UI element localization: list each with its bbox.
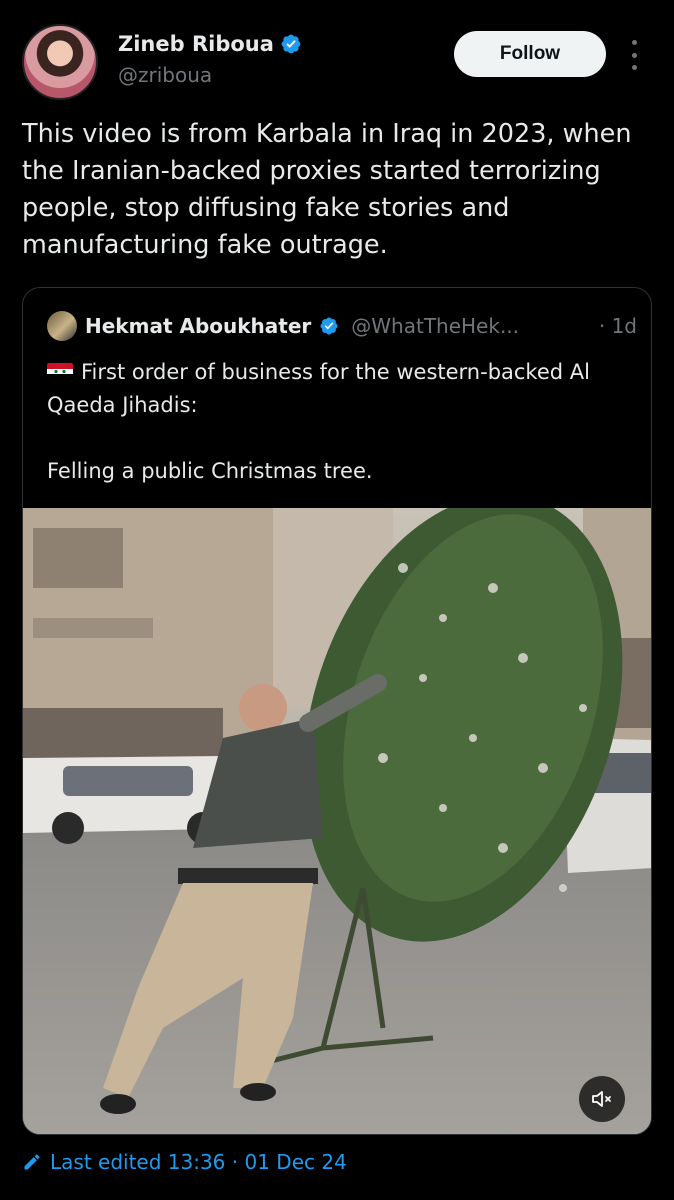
quoted-display-name[interactable]: Hekmat Aboukhater bbox=[85, 314, 311, 338]
video-player[interactable] bbox=[23, 508, 651, 1134]
quoted-tweet-text: First order of business for the western-… bbox=[47, 356, 637, 488]
avatar[interactable] bbox=[22, 24, 98, 100]
last-edited-link[interactable]: Last edited 13:36 · 01 Dec 24 bbox=[22, 1150, 347, 1174]
syria-flag-icon bbox=[47, 363, 73, 380]
verified-badge-icon bbox=[281, 34, 301, 54]
author-display-name[interactable]: Zineb Riboua bbox=[118, 32, 274, 56]
pencil-icon bbox=[24, 1154, 40, 1170]
author-name-row: Zineb Riboua bbox=[118, 32, 302, 56]
speaker-muted-icon bbox=[592, 1091, 611, 1107]
quoted-text-line-1: First order of business for the western-… bbox=[47, 356, 637, 422]
tweet-header: Zineb Riboua @zriboua Follow bbox=[22, 24, 652, 100]
quoted-tweet-header: Hekmat Aboukhater @WhatTheHek... · 1d bbox=[47, 310, 637, 342]
video-frame bbox=[23, 508, 651, 1134]
quoted-avatar[interactable] bbox=[47, 311, 77, 341]
quoted-timestamp[interactable]: · 1d bbox=[599, 314, 637, 338]
quoted-text-first: First order of business for the western-… bbox=[47, 360, 590, 417]
last-edited-label[interactable]: Last edited 13:36 · 01 Dec 24 bbox=[50, 1150, 347, 1174]
author-handle[interactable]: @zriboua bbox=[118, 63, 212, 87]
mute-button[interactable] bbox=[579, 1076, 625, 1122]
tweet-text: This video is from Karbala in Iraq in 20… bbox=[22, 119, 632, 260]
verified-badge-icon bbox=[320, 317, 338, 335]
quoted-tweet-card[interactable]: Hekmat Aboukhater @WhatTheHek... · 1d Fi… bbox=[22, 287, 652, 1135]
quoted-text-line-2: Felling a public Christmas tree. bbox=[47, 459, 373, 483]
more-options-icon[interactable] bbox=[628, 40, 640, 70]
follow-button[interactable]: Follow bbox=[454, 31, 606, 77]
quoted-handle[interactable]: @WhatTheHek... bbox=[351, 314, 519, 338]
